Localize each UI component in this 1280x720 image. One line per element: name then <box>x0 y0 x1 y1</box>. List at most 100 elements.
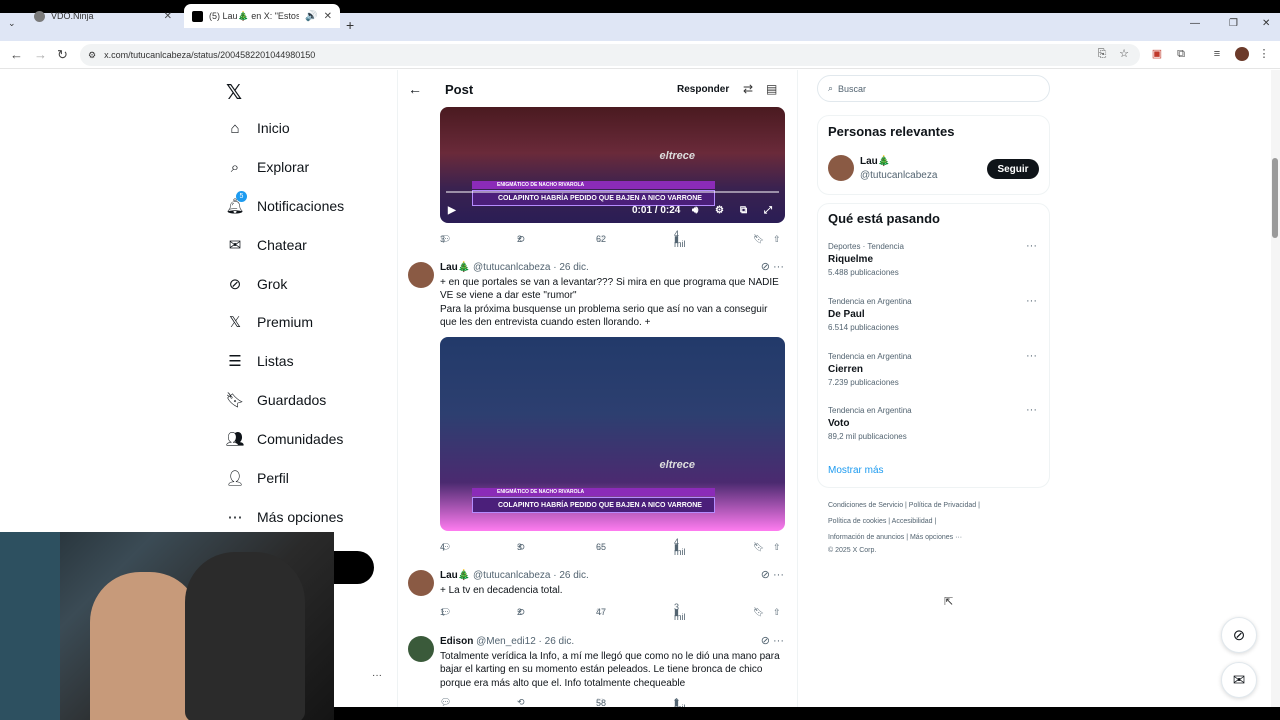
nav-item-chatear[interactable]: ✉ Chatear <box>226 236 307 254</box>
reply-button[interactable]: Responder <box>677 84 729 95</box>
fullscreen-icon[interactable]: ⤢ <box>764 205 772 216</box>
nav-item-notificaciones[interactable]: 🔔︎ 5 Notificaciones <box>225 191 344 215</box>
nav-item-inicio[interactable]: ⌂ Inicio <box>226 119 289 137</box>
grok-icon: ⊘ <box>228 276 242 293</box>
nav-item-listas[interactable]: ☰ Listas <box>226 352 293 370</box>
nav-item-grok[interactable]: ⊘ Grok <box>226 275 288 293</box>
search-input[interactable]: ⌕ Buscar <box>817 75 1050 102</box>
trend-item[interactable]: Tendencia en Argentina Voto 89,2 mil pub… <box>828 404 1043 441</box>
audio-icon[interactable]: 🔊 <box>305 11 317 22</box>
author-name[interactable]: Lau🎄 <box>440 570 470 581</box>
scrollbar-thumb[interactable] <box>1272 158 1278 238</box>
footer-links[interactable]: Información de anuncios | Más opciones ·… <box>828 534 962 541</box>
search-placeholder: Buscar <box>838 83 867 94</box>
author-name[interactable]: Edison <box>440 636 473 647</box>
author-handle[interactable]: @tutucanlcabeza <box>473 570 550 581</box>
more-options-icon[interactable]: ⊘ ··· <box>761 568 784 581</box>
forward-icon[interactable]: → <box>34 47 47 62</box>
bookmark-action-icon[interactable]: 🔖︎ <box>753 234 764 245</box>
messages-floating-button[interactable]: ✉ <box>1221 662 1257 698</box>
retweet-icon[interactable]: ⟲ <box>517 698 525 707</box>
url-field[interactable]: ⚙ x.com/tutucanlcabeza/status/2004582201… <box>80 44 1140 66</box>
new-tab-icon[interactable]: + <box>346 17 354 33</box>
avatar[interactable] <box>408 570 434 596</box>
tweet-date[interactable]: · 26 dic. <box>553 570 589 581</box>
show-more-link[interactable]: Mostrar más <box>828 465 884 476</box>
video-player-1[interactable]: ENIGMÁTICO DE NACHO RIVAROLA COLAPINTO H… <box>440 107 785 223</box>
back-icon[interactable]: ← <box>10 47 23 62</box>
nav-item-premium[interactable]: 𝕏 Premium <box>226 313 313 331</box>
author-handle[interactable]: @tutucanlcabeza <box>473 262 550 273</box>
relevant-name[interactable]: Lau🎄 <box>860 156 890 167</box>
account-menu-icon[interactable]: ··· <box>372 670 382 681</box>
bookmark-action-icon[interactable]: 🔖︎ <box>753 607 764 618</box>
relevant-handle[interactable]: @tutucanlcabeza <box>860 170 937 181</box>
trend-category: Tendencia en Argentina <box>828 297 912 306</box>
author-handle[interactable]: @Men_edi12 <box>476 636 536 647</box>
post-button[interactable] <box>334 551 374 584</box>
bookmark-star-icon[interactable]: ☆ <box>1118 48 1130 60</box>
reply-icon[interactable]: 💬︎ <box>440 698 451 707</box>
tweet-edison[interactable]: Edison @Men_edi12 · 26 dic. ⊘ ··· Totalm… <box>408 634 788 696</box>
trend-item[interactable]: Deportes · Tendencia Riquelme 5.488 publ… <box>828 240 1043 277</box>
tweet-date[interactable]: · 26 dic. <box>553 262 589 273</box>
back-arrow-icon[interactable]: ← <box>408 81 422 97</box>
more-options-icon[interactable]: ··· <box>1026 240 1037 252</box>
tweet-meta: Edison @Men_edi12 · 26 dic. <box>440 636 574 647</box>
more-options-icon[interactable]: ··· <box>1026 295 1037 307</box>
screen-bottom-bar <box>334 707 1280 720</box>
avatar[interactable] <box>828 155 854 181</box>
nav-item-explorar[interactable]: ⌕ Explorar <box>226 158 309 176</box>
bookmark-action-icon[interactable]: 🔖︎ <box>753 542 764 553</box>
reload-icon[interactable]: ↻ <box>57 47 68 63</box>
tab-x-post[interactable]: (5) Lau🎄 en X: "Estos supu 🔊 ✕ <box>184 4 340 28</box>
nav-item-perfil[interactable]: 👤︎ Perfil <box>225 469 288 487</box>
share-icon[interactable]: ⇧ <box>773 234 781 245</box>
tab-search-chevron-icon[interactable]: ⌄ <box>8 18 16 29</box>
x-logo-icon[interactable]: 𝕏 <box>226 80 242 104</box>
extensions-puzzle-icon[interactable]: ⧉ <box>1175 48 1187 60</box>
avatar[interactable] <box>408 262 434 288</box>
view-count: 3 mil <box>674 602 686 622</box>
nav-item-comunidades[interactable]: 👥︎ Comunidades <box>225 430 343 448</box>
reader-view-icon[interactable]: ▤ <box>766 82 777 96</box>
footer-links[interactable]: Condiciones de Servicio | Política de Pr… <box>828 502 980 509</box>
follow-button[interactable]: Seguir <box>987 159 1039 179</box>
restore-icon[interactable]: ❐ <box>1229 18 1238 29</box>
share-icon[interactable]: ⇧ <box>773 607 781 618</box>
site-info-icon[interactable]: ⚙ <box>88 50 96 61</box>
footer-links[interactable]: Política de cookies | Accesibilidad | <box>828 518 936 525</box>
filter-icon[interactable]: ⇄ <box>743 82 753 96</box>
close-tab-icon[interactable]: ✕ <box>324 11 332 22</box>
media-controls-icon[interactable]: ≡ <box>1211 48 1223 60</box>
share-icon[interactable]: ⇧ <box>773 542 781 553</box>
video-progress-bar[interactable] <box>446 191 779 193</box>
more-options-icon[interactable]: ⊘ ··· <box>761 634 784 647</box>
tab-vdo-ninja[interactable]: VDO.Ninja ✕ <box>26 4 180 28</box>
more-options-icon[interactable]: ⊘ ··· <box>761 260 784 273</box>
miniplayer-icon[interactable]: ⧉ <box>740 205 747 216</box>
author-name[interactable]: Lau🎄 <box>440 262 470 273</box>
more-options-icon[interactable]: ··· <box>1026 350 1037 362</box>
menu-kebab-icon[interactable]: ⋮ <box>1258 48 1270 60</box>
volume-icon[interactable]: 🔊︎ <box>692 205 698 216</box>
tweet-lau-2[interactable]: Lau🎄 @tutucanlcabeza · 26 dic. ⊘ ··· + L… <box>408 568 788 600</box>
trend-item[interactable]: Tendencia en Argentina Cierren 7.239 pub… <box>828 350 1043 387</box>
install-app-icon[interactable]: ⎘ <box>1096 48 1108 60</box>
tweet-lau-1[interactable]: Lau🎄 @tutucanlcabeza · 26 dic. ⊘ ··· + e… <box>408 260 788 332</box>
play-icon[interactable]: ▶ <box>448 205 456 216</box>
profile-avatar[interactable] <box>1235 47 1249 61</box>
close-window-icon[interactable]: ✕ <box>1262 18 1270 29</box>
grok-floating-button[interactable]: ⊘ <box>1221 617 1257 653</box>
trend-item[interactable]: Tendencia en Argentina De Paul 6.514 pub… <box>828 295 1043 332</box>
nav-item-mas-opciones[interactable]: ⋯ Más opciones <box>226 508 344 526</box>
minimize-icon[interactable]: — <box>1190 18 1200 29</box>
settings-icon[interactable]: ⚙ <box>715 205 724 216</box>
tweet-date[interactable]: · 26 dic. <box>539 636 575 647</box>
nav-item-guardados[interactable]: 🔖︎ Guardados <box>225 391 326 409</box>
video-player-2[interactable]: ENIGMÁTICO DE NACHO RIVAROLA COLAPINTO H… <box>440 337 785 531</box>
extension-icon[interactable]: ▣ <box>1151 48 1163 60</box>
avatar[interactable] <box>408 636 434 662</box>
more-options-icon[interactable]: ··· <box>1026 404 1037 416</box>
close-tab-icon[interactable]: ✕ <box>164 11 172 22</box>
